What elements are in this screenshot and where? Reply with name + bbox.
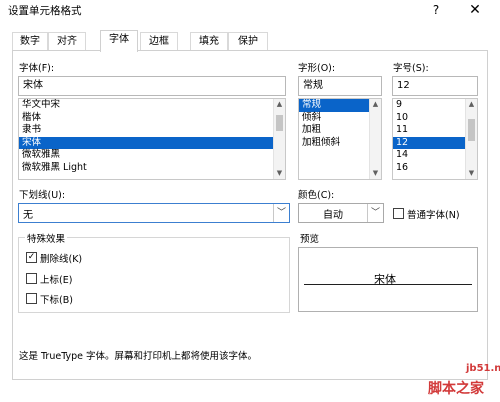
size-list-scrollbar[interactable]: ▲ ▼ [465,99,477,179]
subscript-checkbox[interactable] [26,293,37,304]
style-list-scrollbar[interactable]: ▲ ▼ [369,99,381,179]
size-input[interactable]: 12 [392,76,478,96]
scroll-up-icon[interactable]: ▲ [370,99,381,110]
subscript-label[interactable]: 下标(B) [40,292,73,306]
font-list-item[interactable]: 微软雅黑 Light [19,162,285,175]
chevron-down-icon[interactable]: ﹀ [273,204,289,222]
scroll-thumb[interactable] [276,115,283,131]
tab-protection[interactable]: 保护 [228,32,268,51]
font-list-scrollbar[interactable]: ▲ ▼ [273,99,285,179]
tab-border[interactable]: 边框 [140,32,178,51]
scroll-down-icon[interactable]: ▼ [274,168,285,179]
scroll-down-icon[interactable]: ▼ [466,168,477,179]
font-list-item[interactable]: 华文中宋 [19,99,285,112]
color-label: 颜色(C): [298,190,335,201]
watermark-url: jb51.net [466,363,500,374]
normal-font-label[interactable]: 普通字体(N) [407,207,460,221]
tab-number[interactable]: 数字 [12,32,48,51]
tab-fill[interactable]: 填充 [190,32,228,51]
scroll-down-icon[interactable]: ▼ [370,168,381,179]
strikethrough-checkbox[interactable]: ✓ [26,252,37,263]
font-list-item[interactable]: 微软雅黑 [19,149,285,162]
color-value: 自动 [323,210,343,221]
scroll-thumb[interactable] [468,119,475,141]
underline-label: 下划线(U): [19,190,66,201]
font-list-item[interactable]: 隶书 [19,124,285,137]
strikethrough-label[interactable]: 删除线(K) [40,251,82,265]
tab-alignment[interactable]: 对齐 [48,32,86,51]
underline-value: 无 [23,210,33,221]
font-list-item-selected[interactable]: 宋体 [19,136,285,149]
scroll-up-icon[interactable]: ▲ [274,99,285,110]
size-label: 字号(S): [393,63,429,74]
font-list-item[interactable]: 楷体 [19,112,285,125]
close-button[interactable]: ✕ [460,0,490,20]
normal-font-checkbox[interactable] [393,208,404,219]
tab-font[interactable]: 字体 [100,30,138,52]
font-info-text: 这是 TrueType 字体。屏幕和打印机上都将使用该字体。 [19,351,258,362]
size-list[interactable]: 9 10 11 12 14 16 ▲ ▼ [392,98,478,180]
effects-legend: 特殊效果 [25,231,68,245]
color-select[interactable]: 自动 ﹀ [298,203,384,223]
font-input[interactable]: 宋体 [18,76,286,96]
superscript-checkbox[interactable] [26,273,37,284]
chevron-down-icon[interactable]: ﹀ [367,204,383,222]
font-list[interactable]: 华文中宋 楷体 隶书 宋体 微软雅黑 微软雅黑 Light ▲ ▼ [18,98,286,180]
dialog-title: 设置单元格格式 [8,5,82,17]
underline-select[interactable]: 无 ﹀ [18,203,290,223]
preview-label: 预览 [300,234,320,245]
preview-sample: 宋体 [374,273,396,286]
style-list[interactable]: 常规 倾斜 加粗 加粗倾斜 ▲ ▼ [298,98,382,180]
scroll-up-icon[interactable]: ▲ [466,99,477,110]
title-bar: 设置单元格格式 ? ✕ [0,0,500,20]
watermark-name: 脚本之家 [428,381,484,397]
style-label: 字形(O): [298,63,336,74]
font-label: 字体(F): [19,63,55,74]
superscript-label[interactable]: 上标(E) [40,272,72,286]
style-input[interactable]: 常规 [298,76,382,96]
help-button[interactable]: ? [426,1,446,19]
